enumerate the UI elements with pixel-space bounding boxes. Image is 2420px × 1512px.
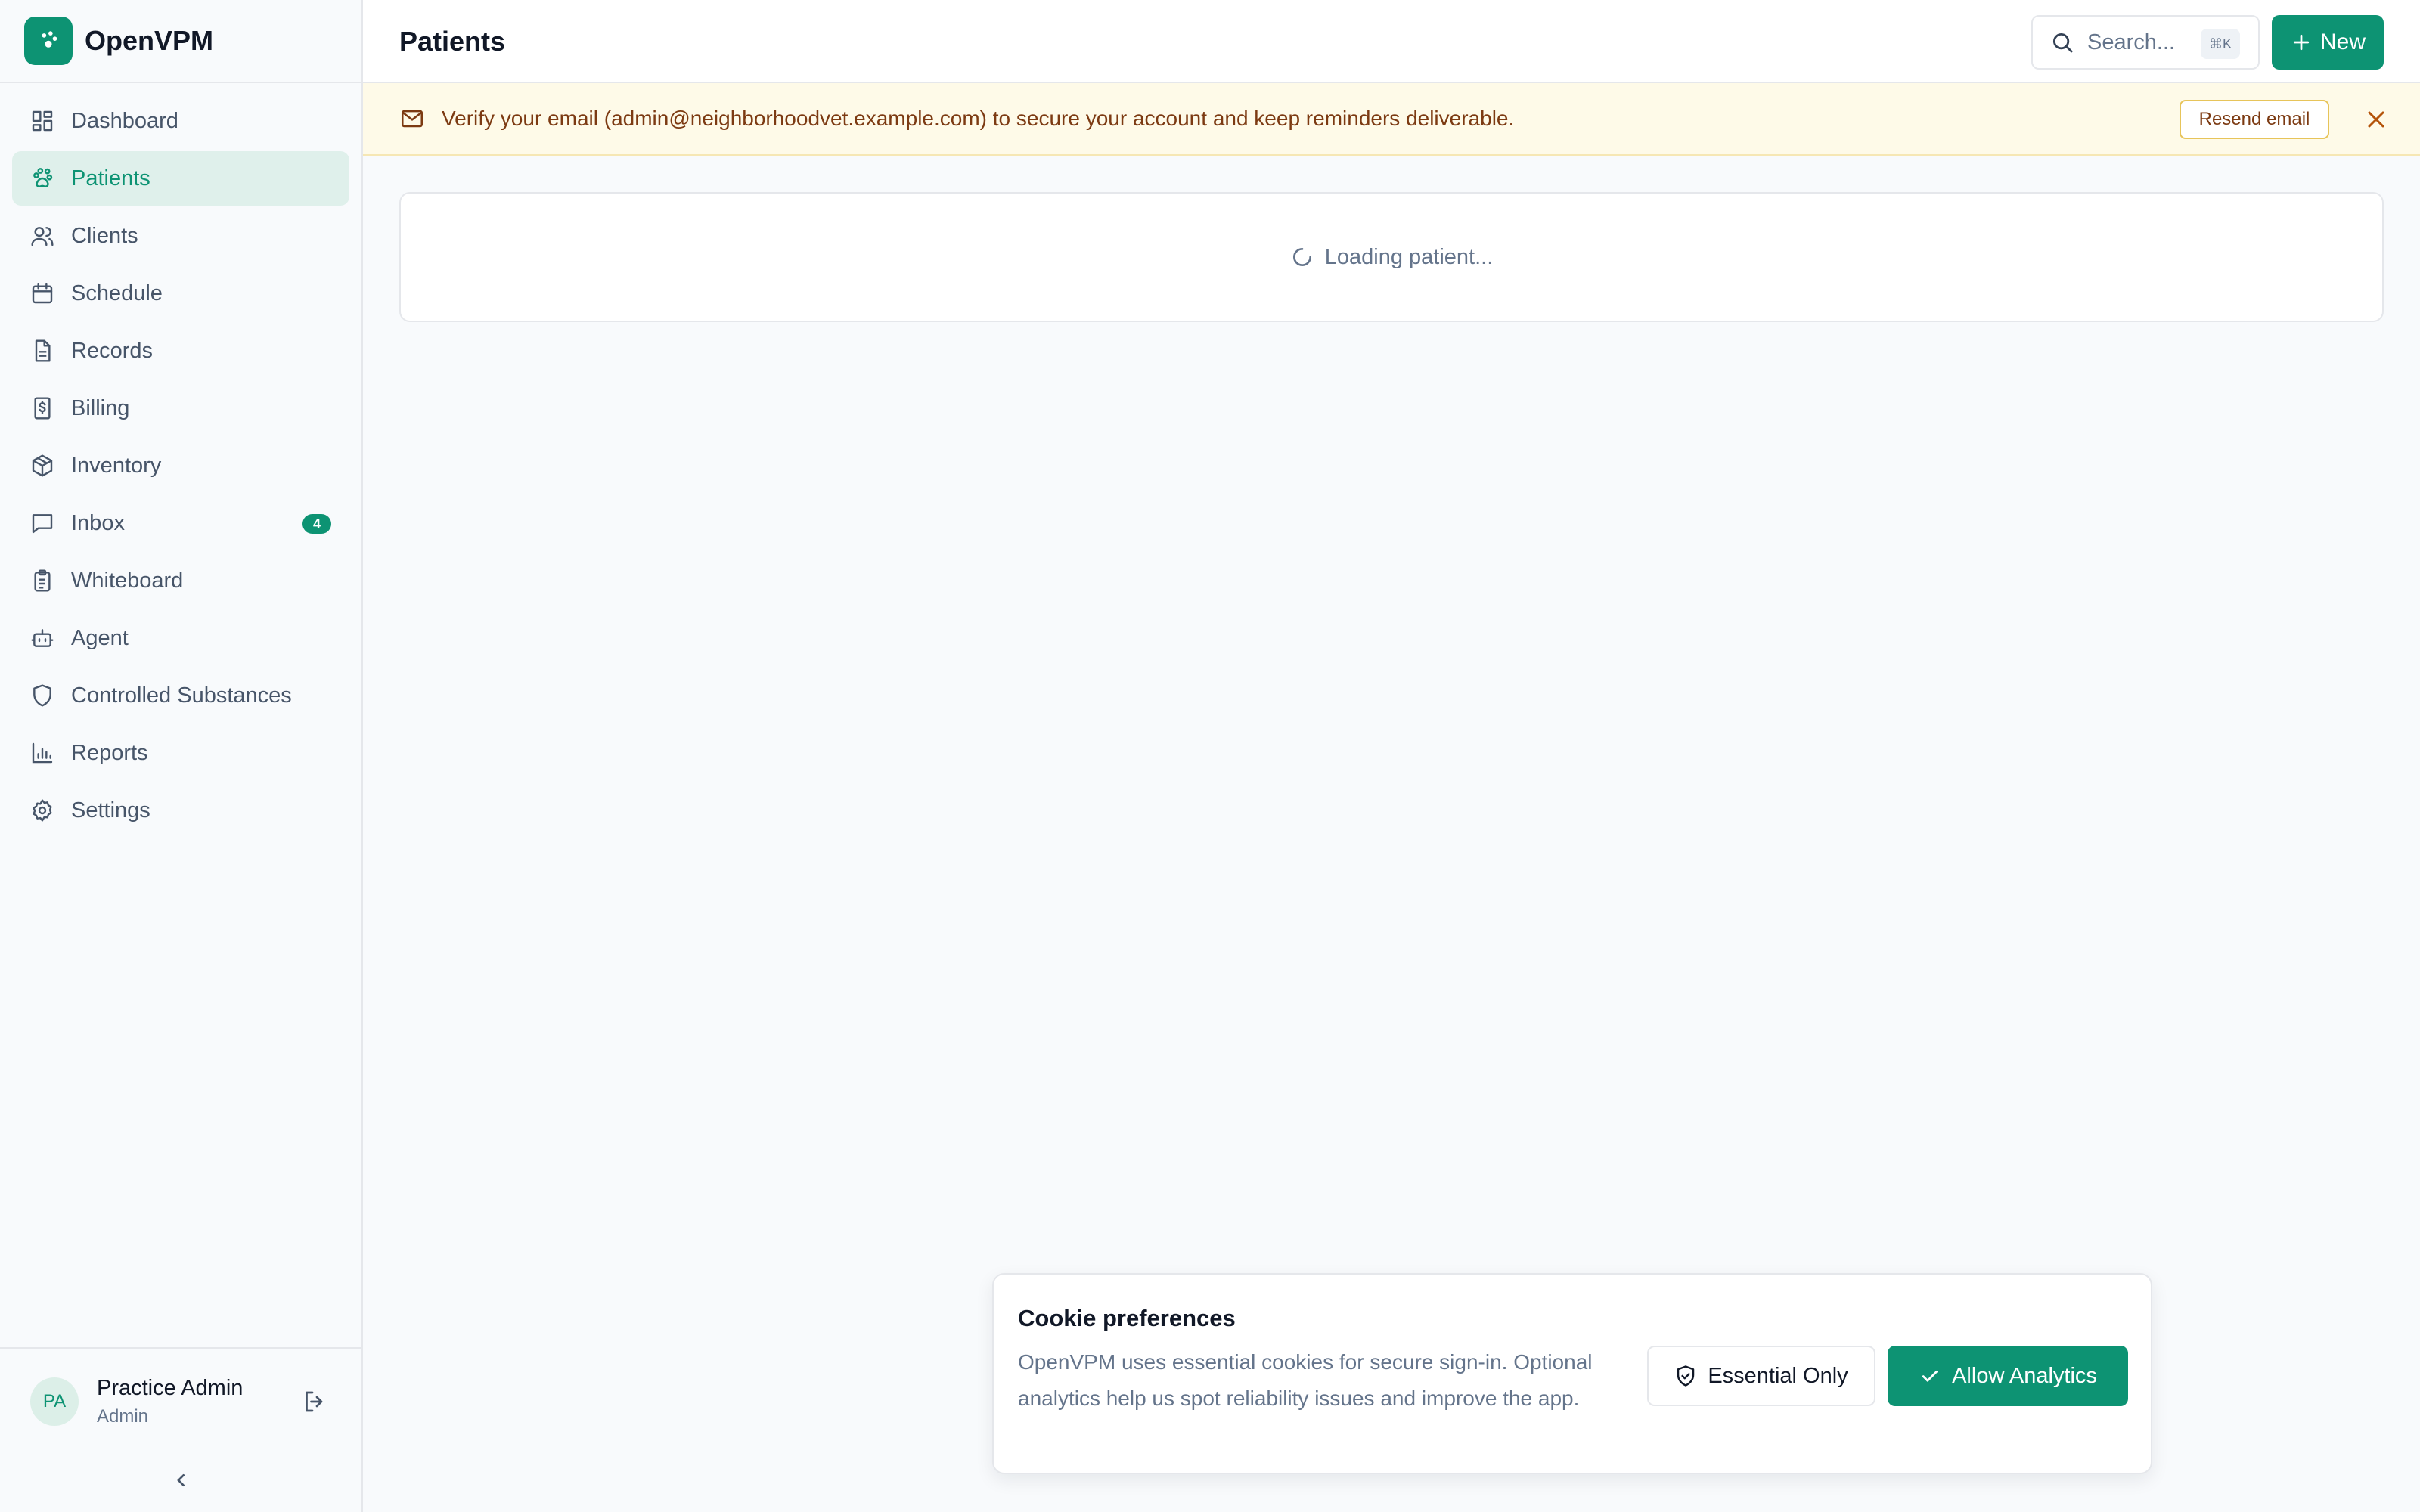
sidebar-item-label: Whiteboard: [71, 568, 184, 593]
plus-icon: [2293, 34, 2310, 51]
sidebar-item-inbox[interactable]: Inbox 4: [12, 496, 349, 550]
check-icon: [1922, 1371, 1938, 1382]
message-icon: [32, 514, 53, 534]
sidebar-item-label: Inventory: [71, 453, 162, 478]
chevron-left-icon[interactable]: [169, 1468, 194, 1492]
sidebar-item-agent[interactable]: Agent: [12, 611, 349, 665]
bar-chart-icon: [32, 742, 53, 764]
sidebar-item-label: Schedule: [71, 280, 163, 305]
main-area: Patients Search... ⌘K New Verify your em…: [363, 0, 2420, 1512]
search-shortcut-hint: ⌘K: [2201, 29, 2240, 59]
search-placeholder: Search...: [2087, 29, 2176, 54]
resend-email-button[interactable]: Resend email: [2180, 100, 2329, 139]
cookie-description: OpenVPM uses essential cookies for secur…: [1018, 1350, 1593, 1410]
sidebar-nav: Dashboard Patients Clients Schedule Reco…: [0, 83, 361, 838]
close-icon[interactable]: [2363, 106, 2390, 133]
sidebar: OpenVPM Dashboard Patients Clients Sched…: [0, 0, 363, 1512]
loading-card: Loading patient...: [399, 192, 2384, 322]
search-input[interactable]: Search... ⌘K: [2031, 15, 2260, 70]
paw-logo-icon: [24, 17, 73, 65]
sidebar-item-label: Billing: [71, 395, 130, 420]
brand[interactable]: OpenVPM: [0, 0, 361, 83]
sidebar-item-records[interactable]: Records: [12, 324, 349, 378]
sidebar-item-inventory[interactable]: Inventory: [12, 438, 349, 493]
bot-icon: [31, 629, 54, 647]
search-icon: [2052, 33, 2073, 53]
calendar-icon: [32, 283, 53, 304]
allow-analytics-button[interactable]: Allow Analytics: [1888, 1346, 2128, 1406]
box-icon: [32, 454, 53, 477]
top-bar: Patients Search... ⌘K New: [363, 0, 2420, 83]
sidebar-item-schedule[interactable]: Schedule: [12, 266, 349, 321]
user-panel: PA Practice Admin Admin: [0, 1347, 361, 1512]
shield-check-icon: [1677, 1365, 1695, 1387]
users-icon: [31, 227, 54, 246]
sidebar-item-patients[interactable]: Patients: [12, 151, 349, 206]
loading-text: Loading patient...: [1324, 244, 1494, 269]
sidebar-item-label: Inbox: [71, 510, 125, 535]
paw-icon: [33, 168, 53, 187]
sidebar-item-reports[interactable]: Reports: [12, 726, 349, 780]
sidebar-item-label: Reports: [71, 740, 148, 765]
sidebar-item-label: Clients: [71, 223, 138, 248]
mail-icon: [401, 110, 424, 128]
app-name: OpenVPM: [85, 25, 214, 56]
sidebar-item-label: Settings: [71, 798, 150, 823]
sidebar-item-label: Agent: [71, 625, 129, 650]
dashboard-icon: [32, 110, 53, 132]
user-role: Admin: [97, 1406, 149, 1427]
document-icon: [35, 339, 51, 362]
verify-email-banner: Verify your email (admin@neighborhoodvet…: [363, 83, 2420, 156]
new-button-label: New: [2319, 29, 2366, 54]
banner-message: Verify your email (admin@neighborhoodvet…: [442, 107, 1515, 130]
sidebar-item-label: Records: [71, 338, 153, 363]
sidebar-item-controlled-substances[interactable]: Controlled Substances: [12, 668, 349, 723]
essential-only-button[interactable]: Essential Only: [1647, 1346, 1876, 1406]
allow-analytics-label: Allow Analytics: [1952, 1363, 2097, 1388]
spinner-icon: [1292, 248, 1311, 266]
sidebar-item-whiteboard[interactable]: Whiteboard: [12, 553, 349, 608]
logout-icon[interactable]: [301, 1388, 328, 1415]
cookie-title: Cookie preferences: [1018, 1305, 1236, 1331]
essential-only-label: Essential Only: [1708, 1363, 1848, 1388]
gear-icon: [33, 799, 52, 822]
shield-icon: [33, 684, 51, 707]
sidebar-item-settings[interactable]: Settings: [12, 783, 349, 838]
receipt-icon: [34, 397, 51, 420]
sidebar-item-label: Dashboard: [71, 108, 178, 133]
clipboard-icon: [34, 569, 51, 592]
inbox-count-badge: 4: [302, 514, 331, 534]
user-name: Practice Admin: [97, 1376, 244, 1400]
sidebar-item-dashboard[interactable]: Dashboard: [12, 94, 349, 148]
sidebar-item-label: Patients: [71, 166, 150, 191]
sidebar-item-label: Controlled Substances: [71, 683, 292, 708]
avatar: PA: [30, 1377, 79, 1426]
sidebar-item-billing[interactable]: Billing: [12, 381, 349, 435]
new-button[interactable]: New: [2272, 15, 2384, 70]
page-title: Patients: [399, 26, 506, 57]
sidebar-item-clients[interactable]: Clients: [12, 209, 349, 263]
cookie-consent-dialog: Cookie preferences OpenVPM uses essentia…: [992, 1273, 2152, 1474]
